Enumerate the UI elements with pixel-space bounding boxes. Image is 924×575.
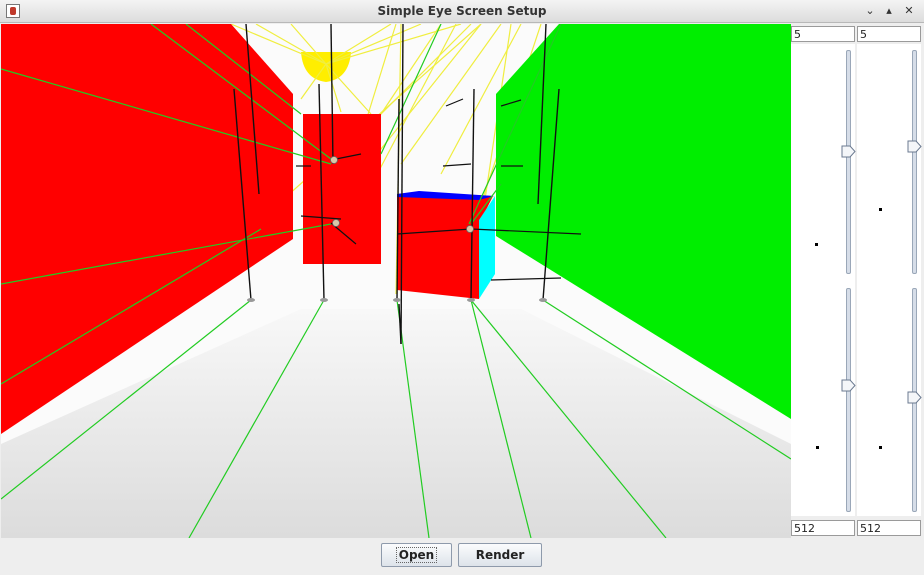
- top-left-input[interactable]: [791, 26, 855, 42]
- right-upper-slider-thumb[interactable]: [907, 140, 922, 153]
- bottom-right-input[interactable]: [857, 520, 921, 536]
- left-upper-slider-thumb[interactable]: [841, 145, 856, 158]
- maximize-icon[interactable]: ▴: [881, 3, 897, 19]
- left-upper-dot: [815, 243, 818, 246]
- right-lower-dot: [879, 446, 882, 449]
- render-button[interactable]: Render: [458, 543, 542, 567]
- cube-front: [397, 192, 493, 299]
- open-button[interactable]: Open: [381, 543, 452, 567]
- left-upper-slider-track[interactable]: [846, 50, 851, 274]
- scene-3d: [1, 24, 791, 538]
- render-button-label: Render: [475, 548, 525, 562]
- minimize-icon[interactable]: ⌄: [862, 3, 878, 19]
- title-bar: Simple Eye Screen Setup ⌄ ▴ ✕: [0, 0, 924, 23]
- right-upper-dot: [879, 208, 882, 211]
- window-title: Simple Eye Screen Setup: [377, 4, 547, 18]
- far-red-block: [303, 114, 381, 264]
- right-lower-slider-thumb[interactable]: [907, 391, 922, 404]
- left-lower-slider-track[interactable]: [846, 288, 851, 512]
- open-button-label: Open: [395, 547, 438, 563]
- settings-panel: [791, 24, 924, 538]
- button-bar: Open Render: [0, 538, 924, 575]
- bottom-left-input[interactable]: [791, 520, 855, 536]
- right-upper-slider-track[interactable]: [912, 50, 917, 274]
- render-viewport[interactable]: [1, 24, 791, 538]
- left-lower-dot: [816, 446, 819, 449]
- left-lower-slider-thumb[interactable]: [841, 379, 856, 392]
- top-right-input[interactable]: [857, 26, 921, 42]
- close-icon[interactable]: ✕: [901, 3, 917, 19]
